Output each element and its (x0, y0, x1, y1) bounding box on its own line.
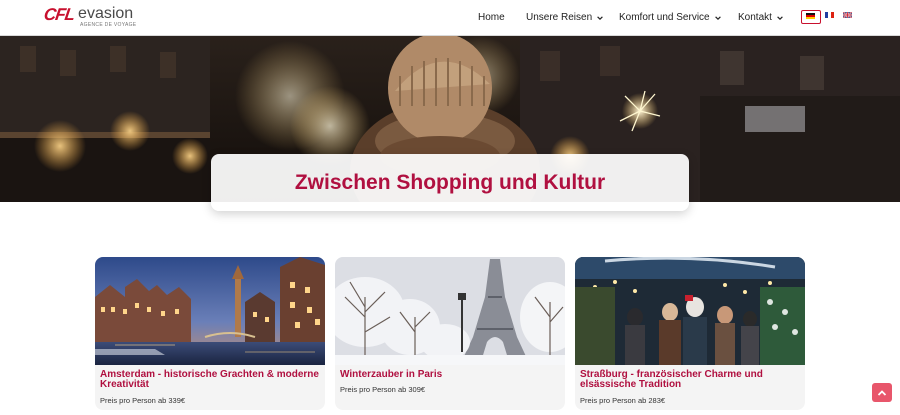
nav-unsere-reisen-label: Unsere Reisen (526, 12, 593, 23)
logo-name: evasion (78, 5, 134, 22)
nav-komfort-service[interactable]: Komfort und Service (619, 12, 721, 23)
logo-mark: CFL (42, 5, 76, 24)
nav-home[interactable]: Home (478, 12, 505, 23)
card-price: Preis pro Person ab 339€ (100, 396, 186, 405)
paris-photo (335, 257, 565, 365)
card-price: Preis pro Person ab 309€ (340, 385, 426, 394)
strassburg-photo (575, 257, 805, 365)
tour-card-strassburg[interactable]: Straßburg - französischer Charme und els… (575, 257, 805, 410)
card-title[interactable]: Winterzauber in Paris (340, 370, 562, 380)
nav-home-label: Home (478, 12, 505, 23)
logo-tagline: AGENCE DE VOYAGE (80, 22, 137, 28)
site-header: CFL evasion AGENCE DE VOYAGE Home Unsere… (0, 0, 900, 36)
card-price: Preis pro Person ab 283€ (580, 396, 666, 405)
page-title: Zwischen Shopping und Kultur (294, 170, 606, 194)
nav-unsere-reisen[interactable]: Unsere Reisen (526, 12, 603, 23)
hero-title-box: Zwischen Shopping und Kultur (211, 154, 689, 211)
chevron-down-icon (777, 15, 783, 20)
card-image (95, 257, 325, 365)
tour-card-amsterdam[interactable]: Amsterdam - historische Grachten & moder… (95, 257, 325, 410)
chevron-down-icon (714, 15, 721, 20)
card-image (335, 257, 565, 365)
chevron-up-icon (877, 389, 887, 396)
nav-komfort-service-label: Komfort und Service (619, 12, 710, 23)
card-title[interactable]: Straßburg - französischer Charme und els… (580, 370, 802, 390)
flag-fr-icon[interactable] (825, 12, 834, 18)
scroll-to-top-button[interactable] (872, 383, 892, 402)
flag-en-icon[interactable] (843, 12, 852, 18)
flag-de-icon (806, 13, 815, 19)
card-title[interactable]: Amsterdam - historische Grachten & moder… (100, 370, 322, 390)
chevron-down-icon (597, 15, 603, 20)
amsterdam-photo (95, 257, 325, 365)
logo[interactable]: CFL evasion AGENCE DE VOYAGE (42, 5, 137, 30)
language-de-selected[interactable] (801, 10, 821, 24)
tour-card-paris[interactable]: Winterzauber in Paris Preis pro Person a… (335, 257, 565, 410)
card-image (575, 257, 805, 365)
nav-kontakt-label: Kontakt (738, 12, 772, 23)
nav-kontakt[interactable]: Kontakt (738, 12, 783, 23)
